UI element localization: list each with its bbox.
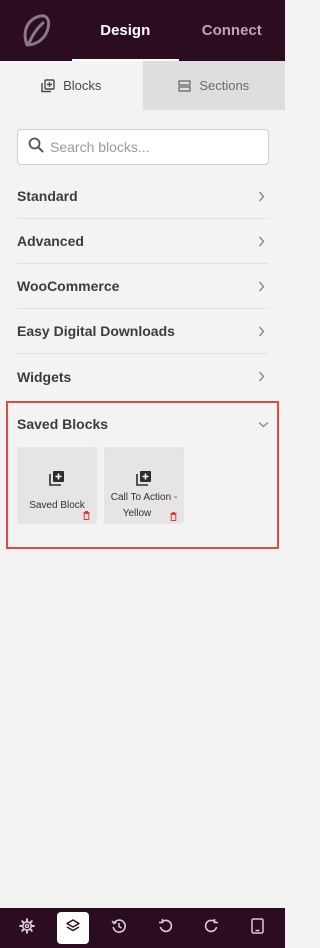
saved-block-label: Call To Action -	[110, 492, 178, 503]
gear-icon	[19, 917, 35, 939]
subtab-sections-label: Sections	[199, 78, 250, 93]
block-icon	[136, 470, 152, 491]
tab-connect[interactable]: Connect	[179, 0, 286, 61]
redo-button[interactable]	[196, 912, 228, 944]
top-header: Design Connect	[0, 0, 285, 61]
trash-icon[interactable]	[170, 508, 177, 526]
layers-button[interactable]	[57, 912, 90, 944]
tab-design[interactable]: Design	[72, 0, 179, 61]
chevron-right-icon	[258, 236, 265, 247]
search-box	[17, 129, 269, 165]
category-label: WooCommerce	[17, 278, 120, 294]
chevron-down-icon	[258, 415, 269, 433]
settings-button[interactable]	[11, 912, 43, 944]
chevron-right-icon	[258, 191, 265, 202]
sections-icon	[178, 79, 191, 92]
subtab-blocks[interactable]: Blocks	[0, 61, 143, 110]
category-list: Standard Advanced WooCommerce Easy Digit…	[17, 174, 269, 399]
device-preview-button[interactable]	[242, 912, 274, 944]
saved-blocks-grid: Saved Block Call To Action - Yellow	[17, 447, 184, 524]
saved-blocks-header[interactable]: Saved Blocks	[17, 413, 269, 435]
blocks-icon	[41, 78, 55, 93]
tablet-icon	[251, 917, 265, 939]
saved-blocks-title: Saved Blocks	[17, 416, 109, 432]
chevron-right-icon	[258, 281, 265, 292]
block-icon	[49, 470, 65, 491]
subtab-sections[interactable]: Sections	[142, 61, 285, 110]
subtab-bar: Blocks Sections	[0, 61, 285, 110]
saved-blocks-panel: Saved Blocks Saved Block Call To Action …	[6, 401, 279, 549]
trash-icon[interactable]	[83, 507, 90, 525]
category-label: Widgets	[17, 368, 72, 385]
tab-design-label: Design	[100, 22, 151, 39]
category-standard[interactable]: Standard	[17, 174, 269, 219]
redo-icon	[204, 918, 219, 938]
undo-icon	[158, 918, 173, 938]
category-easy-digital-downloads[interactable]: Easy Digital Downloads	[17, 309, 269, 354]
subtab-blocks-label: Blocks	[63, 78, 102, 93]
search-icon	[28, 137, 44, 158]
tab-connect-label: Connect	[201, 22, 262, 39]
category-woocommerce[interactable]: WooCommerce	[17, 264, 269, 309]
category-label: Easy Digital Downloads	[17, 323, 175, 339]
history-button[interactable]	[103, 912, 135, 944]
chevron-right-icon	[258, 326, 265, 337]
category-label: Standard	[17, 188, 78, 204]
saved-block-card[interactable]: Saved Block	[17, 447, 97, 524]
category-label: Advanced	[17, 233, 84, 249]
saved-block-label: Yellow	[122, 508, 152, 519]
seedprod-logo-icon[interactable]	[0, 0, 72, 61]
category-advanced[interactable]: Advanced	[17, 219, 269, 264]
chevron-right-icon	[258, 371, 265, 382]
saved-block-card[interactable]: Call To Action - Yellow	[104, 447, 184, 524]
bottom-toolbar	[0, 908, 285, 948]
layers-icon	[65, 918, 81, 939]
undo-button[interactable]	[150, 912, 182, 944]
search-input[interactable]	[50, 139, 250, 155]
category-widgets[interactable]: Widgets	[17, 354, 269, 399]
history-icon	[111, 918, 127, 939]
